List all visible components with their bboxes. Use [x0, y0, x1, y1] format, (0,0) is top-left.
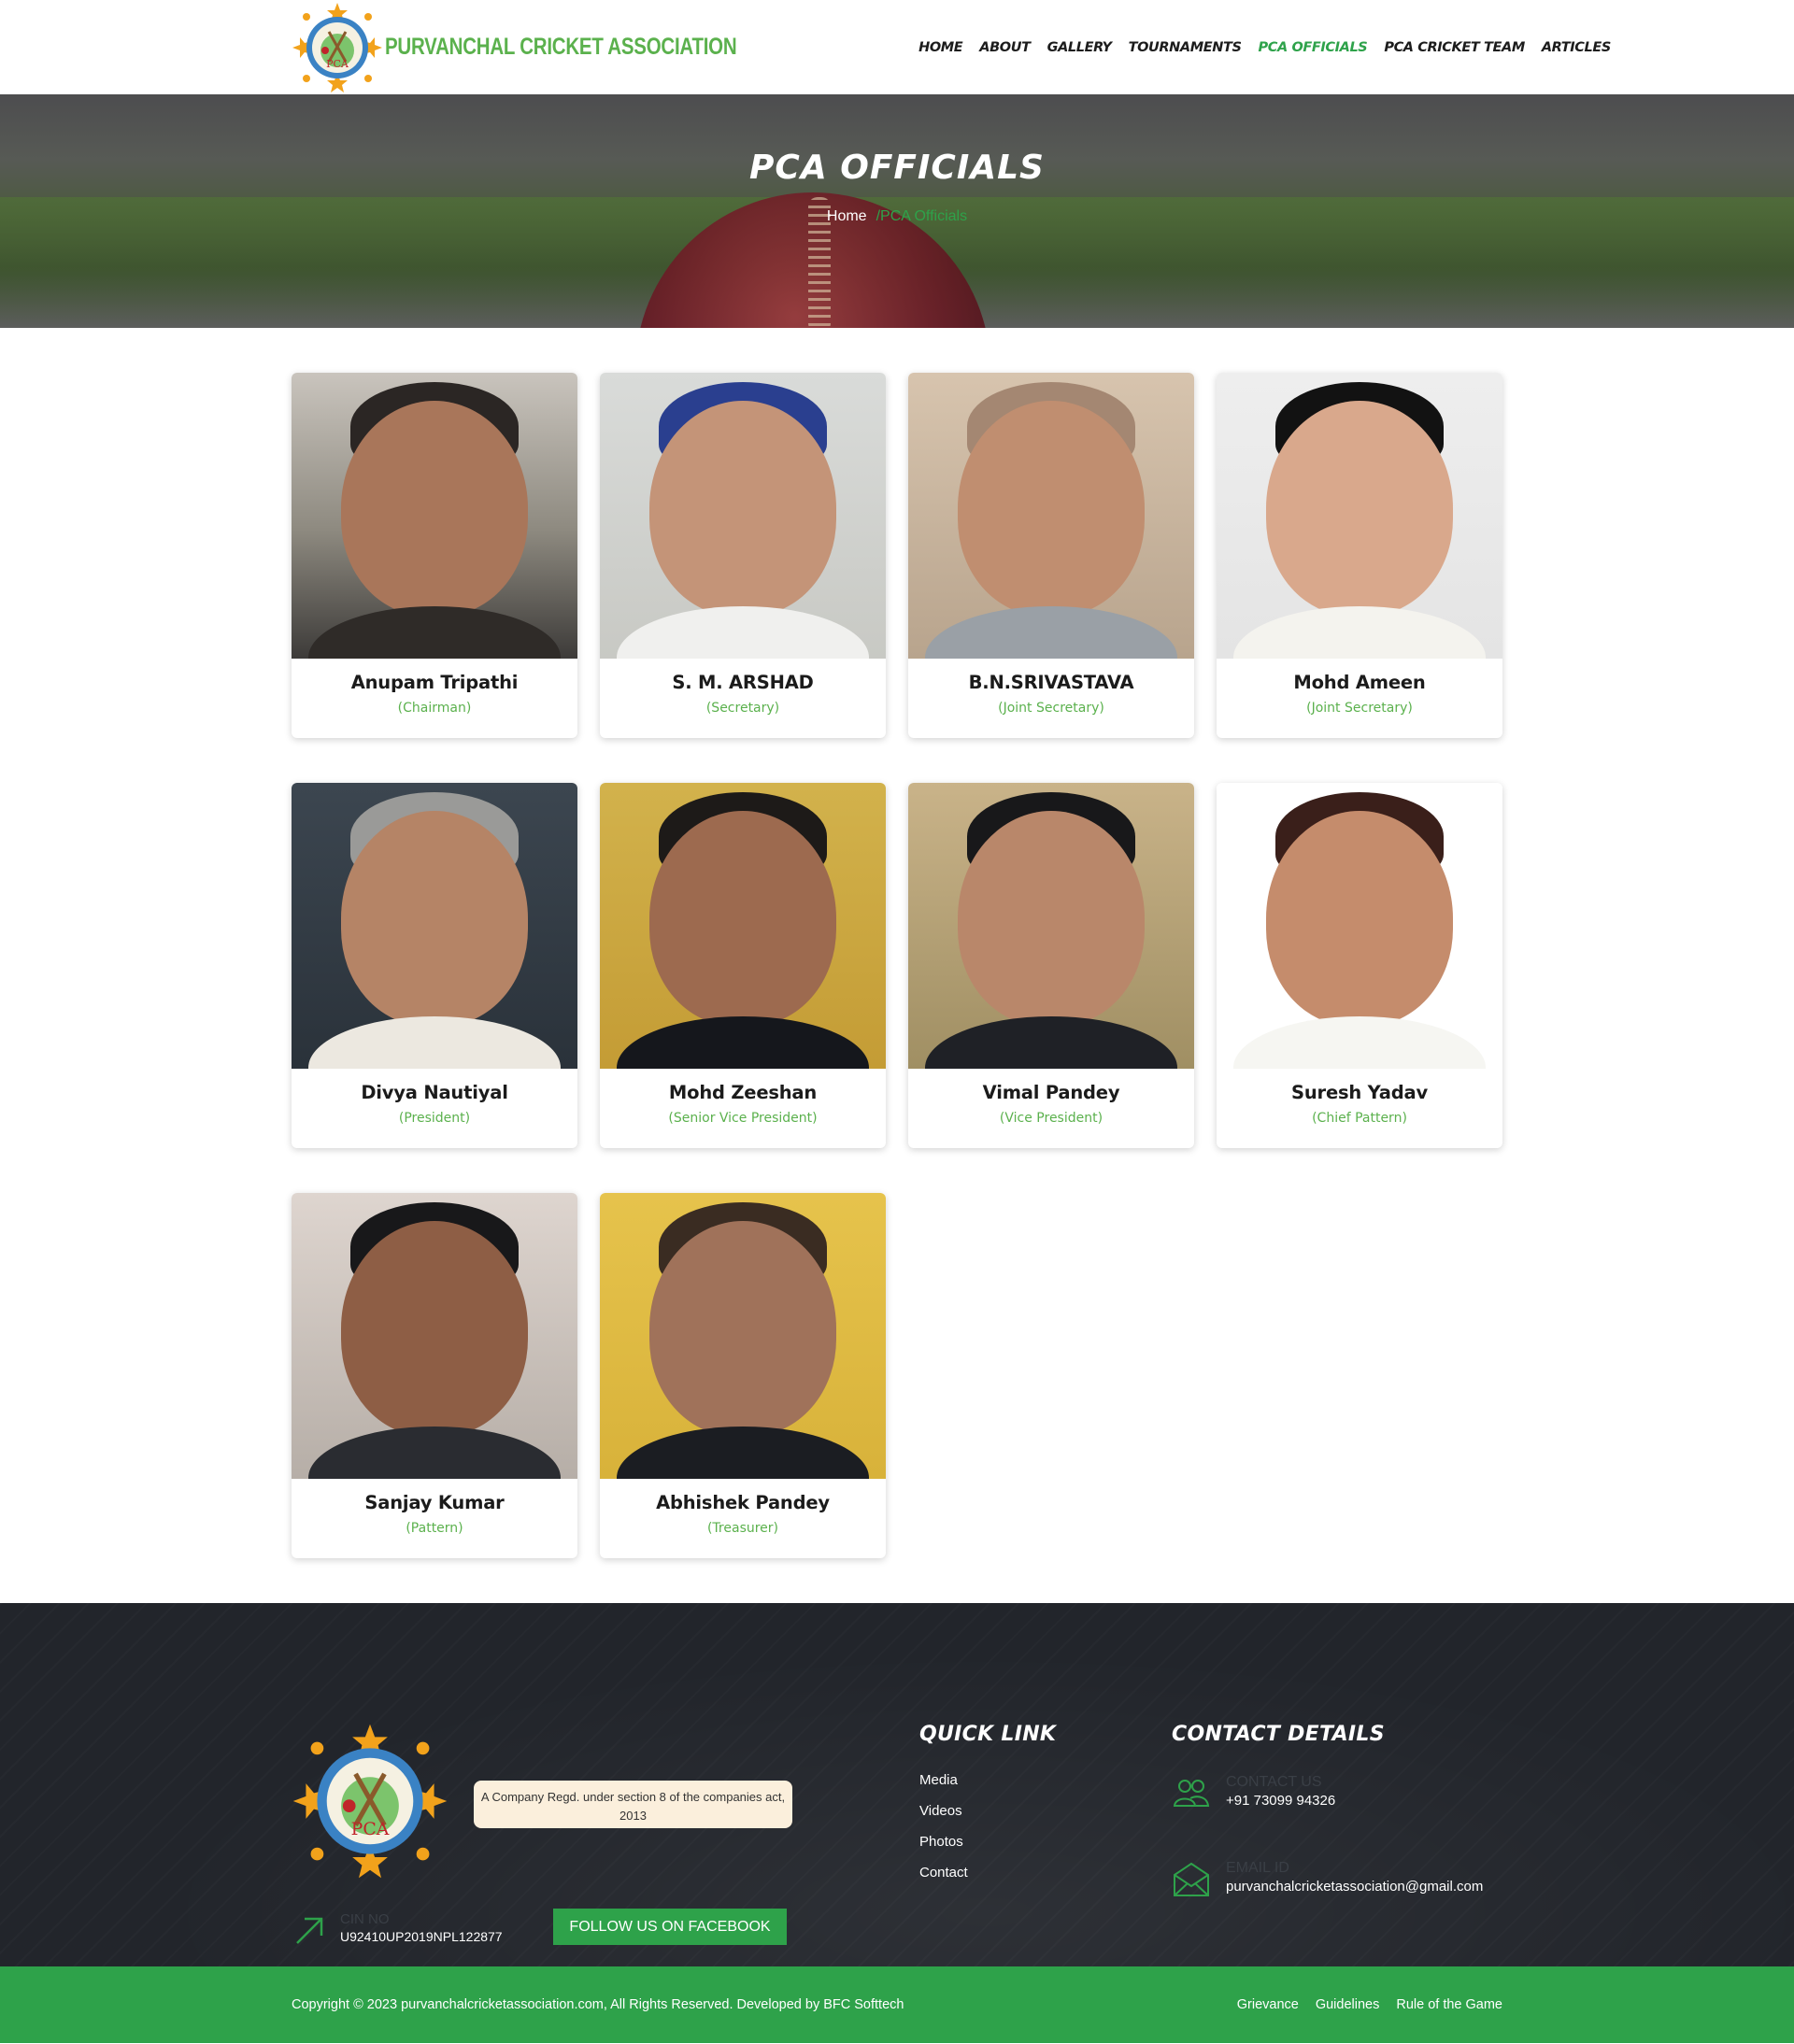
quick-link-videos[interactable]: Videos [919, 1803, 1056, 1834]
official-name: S. M. ARSHAD [672, 672, 814, 693]
site-footer: PCA A Company Regd. under section 8 of t… [0, 1603, 1794, 1966]
official-role: (President) [398, 1111, 471, 1126]
quick-link-contact[interactable]: Contact [919, 1865, 1056, 1895]
official-name: Abhishek Pandey [656, 1492, 830, 1513]
official-name: B.N.SRIVASTAVA [968, 672, 1134, 693]
nav-tournaments[interactable]: TOURNAMENTS [1129, 40, 1242, 55]
nav-home[interactable]: HOME [918, 40, 963, 55]
official-card: Mohd Ameen (Joint Secretary) [1217, 373, 1502, 738]
officials-section: Anupam Tripathi (Chairman) S. M. ARSHAD … [0, 328, 1794, 1603]
site-logo[interactable]: PCA PURVANCHAL CRICKET ASSOCIATION [292, 2, 814, 93]
rule-of-the-game-link[interactable]: Rule of the Game [1396, 1997, 1502, 2012]
site-title: PURVANCHAL CRICKET ASSOCIATION [385, 34, 737, 60]
quick-links: QUICK LINK Media Videos Photos Contact [919, 1723, 1056, 1895]
envelope-icon [1174, 1862, 1209, 1896]
nav-pca-cricket-team[interactable]: PCA CRICKET TEAM [1384, 40, 1525, 55]
email-address[interactable]: purvanchalcricketassociation@gmail.com [1226, 1879, 1483, 1895]
official-name: Mohd Zeeshan [668, 1082, 818, 1103]
official-photo [1217, 783, 1502, 1069]
svg-text:PCA: PCA [351, 1820, 390, 1839]
breadcrumb: Home/PCA Officials [0, 208, 1794, 225]
cin-value: U92410UP2019NPL122877 [340, 1929, 503, 1944]
official-photo [1217, 373, 1502, 659]
contact-us-label: CONTACT US [1226, 1774, 1322, 1790]
official-card: Anupam Tripathi (Chairman) [292, 373, 577, 738]
official-name: Vimal Pandey [982, 1082, 1120, 1103]
official-card: Vimal Pandey (Vice President) [908, 783, 1194, 1148]
officials-grid: Anupam Tripathi (Chairman) S. M. ARSHAD … [292, 373, 1502, 1558]
official-role: (Senior Vice President) [668, 1111, 818, 1126]
official-role: (Joint Secretary) [1306, 701, 1413, 716]
official-card: Suresh Yadav (Chief Pattern) [1217, 783, 1502, 1148]
cin-block: CIN NO U92410UP2019NPL122877 [292, 1911, 503, 1949]
quick-link-media[interactable]: Media [919, 1772, 1056, 1803]
breadcrumb-home-link[interactable]: Home [827, 208, 867, 224]
grievance-link[interactable]: Grievance [1237, 1997, 1299, 2012]
contact-us-item: CONTACT US +91 73099 94326 [1172, 1774, 1483, 1813]
official-photo [908, 373, 1194, 659]
quick-link-photos[interactable]: Photos [919, 1834, 1056, 1865]
footer-pca-logo-icon: PCA [292, 1723, 448, 1880]
official-name: Suresh Yadav [1291, 1082, 1428, 1103]
nav-pca-officials[interactable]: PCA OFFICIALS [1259, 40, 1368, 55]
nav-articles[interactable]: ARTICLES [1542, 40, 1611, 55]
official-role: (Secretary) [705, 701, 780, 716]
official-photo [908, 783, 1194, 1069]
official-photo [292, 373, 577, 659]
quick-links-title: QUICK LINK [919, 1723, 1057, 1746]
page-banner: PCA OFFICIALS Home/PCA Officials [0, 94, 1794, 328]
contact-details: CONTACT DETAILS CONTACT US +91 73099 943… [1172, 1723, 1483, 1899]
official-card: Mohd Zeeshan (Senior Vice President) [600, 783, 886, 1148]
official-role: (Treasurer) [706, 1521, 779, 1536]
official-role: (Joint Secretary) [998, 701, 1104, 716]
contact-details-title: CONTACT DETAILS [1172, 1723, 1385, 1746]
nav-about[interactable]: ABOUT [979, 40, 1031, 55]
email-label: EMAIL ID [1226, 1860, 1289, 1876]
nav-gallery[interactable]: GALLERY [1047, 40, 1112, 55]
official-card: Divya Nautiyal (President) [292, 783, 577, 1148]
official-photo [600, 373, 886, 659]
official-role: (Vice President) [999, 1111, 1103, 1126]
svg-text:PCA: PCA [326, 58, 349, 70]
contact-phone[interactable]: +91 73099 94326 [1226, 1793, 1335, 1809]
copyright-bar: Copyright © 2023 purvanchalcricketassoci… [0, 1966, 1794, 2043]
official-card: Sanjay Kumar (Pattern) [292, 1193, 577, 1558]
official-name: Anupam Tripathi [350, 672, 519, 693]
company-registration-note: A Company Regd. under section 8 of the c… [474, 1781, 792, 1828]
official-card: S. M. ARSHAD (Secretary) [600, 373, 886, 738]
cin-label: CIN NO [340, 1911, 390, 1927]
official-role: (Chief Pattern) [1312, 1111, 1407, 1126]
official-role: (Pattern) [406, 1521, 463, 1536]
email-item: EMAIL ID purvanchalcricketassociation@gm… [1172, 1860, 1483, 1899]
legal-links: Grievance Guidelines Rule of the Game [1237, 1997, 1502, 2012]
guidelines-link[interactable]: Guidelines [1316, 1997, 1380, 2012]
pca-logo-icon: PCA [292, 2, 383, 93]
site-header: PCA PURVANCHAL CRICKET ASSOCIATION HOME … [0, 0, 1794, 94]
official-name: Divya Nautiyal [361, 1082, 508, 1103]
follow-facebook-button[interactable]: FOLLOW US ON FACEBOOK [553, 1909, 787, 1945]
main-nav: HOME ABOUT GALLERY TOURNAMENTS PCA OFFIC… [918, 40, 1611, 55]
official-card: B.N.SRIVASTAVA (Joint Secretary) [908, 373, 1194, 738]
official-photo [600, 783, 886, 1069]
arrow-up-right-icon [296, 1917, 323, 1944]
official-role: (Chairman) [397, 701, 472, 716]
official-photo [600, 1193, 886, 1479]
official-photo [292, 1193, 577, 1479]
copyright-text: Copyright © 2023 purvanchalcricketassoci… [292, 1997, 904, 2012]
page-title: PCA OFFICIALS [749, 149, 1045, 187]
official-photo [292, 783, 577, 1069]
official-name: Sanjay Kumar [364, 1492, 505, 1513]
official-name: Mohd Ameen [1293, 672, 1426, 693]
users-icon [1173, 1780, 1210, 1807]
official-card: Abhishek Pandey (Treasurer) [600, 1193, 886, 1558]
breadcrumb-current: /PCA Officials [876, 208, 968, 224]
